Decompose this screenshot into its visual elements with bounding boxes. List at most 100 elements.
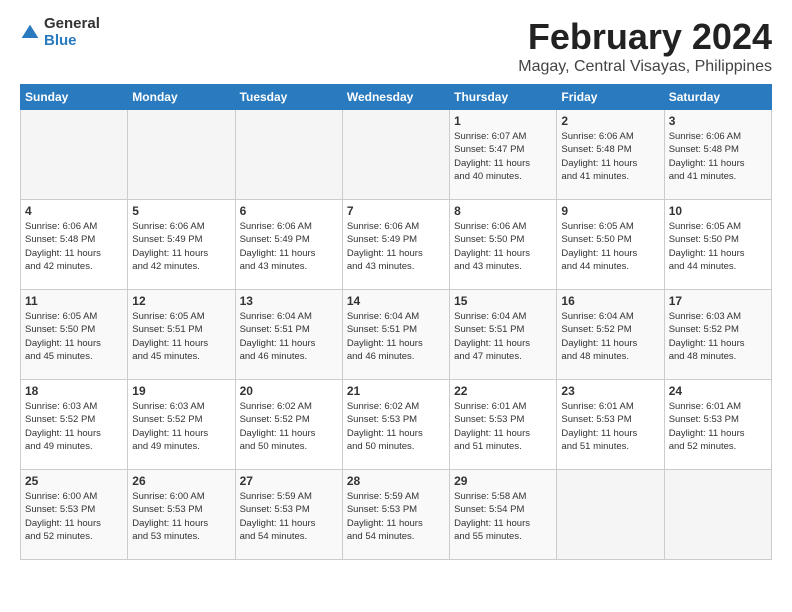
- day-number: 13: [240, 294, 338, 308]
- day-cell: 10 Sunrise: 6:05 AM Sunset: 5:50 PM Dayli…: [664, 200, 771, 290]
- day-number: 4: [25, 204, 123, 218]
- day-info: Sunrise: 6:06 AM Sunset: 5:49 PM Dayligh…: [132, 220, 230, 273]
- header-cell-saturday: Saturday: [664, 85, 771, 110]
- day-number: 26: [132, 474, 230, 488]
- day-cell: 18Sunrise: 6:03 AM Sunset: 5:52 PM Dayli…: [21, 380, 128, 470]
- day-cell: 1 Sunrise: 6:07 AM Sunset: 5:47 PM Daylig…: [450, 110, 557, 200]
- day-cell: 12 Sunrise: 6:05 AM Sunset: 5:51 PM Dayli…: [128, 290, 235, 380]
- day-info: Sunrise: 6:04 AM Sunset: 5:51 PM Dayligh…: [240, 310, 338, 363]
- day-info: Sunrise: 6:02 AM Sunset: 5:52 PM Dayligh…: [240, 400, 338, 453]
- day-info: Sunrise: 5:58 AM Sunset: 5:54 PM Dayligh…: [454, 490, 552, 543]
- week-row-2: 4 Sunrise: 6:06 AM Sunset: 5:48 PM Daylig…: [21, 200, 772, 290]
- day-info: Sunrise: 5:59 AM Sunset: 5:53 PM Dayligh…: [347, 490, 445, 543]
- header-cell-friday: Friday: [557, 85, 664, 110]
- logo: General Blue: [20, 16, 100, 49]
- day-cell: [128, 110, 235, 200]
- day-cell: 15 Sunrise: 6:04 AM Sunset: 5:51 PM Dayli…: [450, 290, 557, 380]
- day-number: 15: [454, 294, 552, 308]
- subtitle: Magay, Central Visayas, Philippines: [518, 58, 772, 76]
- day-info: Sunrise: 6:06 AM Sunset: 5:50 PM Dayligh…: [454, 220, 552, 273]
- day-cell: 20 Sunrise: 6:02 AM Sunset: 5:52 PM Dayli…: [235, 380, 342, 470]
- day-info: Sunrise: 6:06 AM Sunset: 5:48 PM Dayligh…: [561, 130, 659, 183]
- header-row: SundayMondayTuesdayWednesdayThursdayFrid…: [21, 85, 772, 110]
- day-number: 23: [561, 384, 659, 398]
- day-info: Sunrise: 6:06 AM Sunset: 5:49 PM Dayligh…: [240, 220, 338, 273]
- day-number: 14: [347, 294, 445, 308]
- day-cell: 21Sunrise: 6:02 AM Sunset: 5:53 PM Dayli…: [342, 380, 449, 470]
- day-cell: [557, 470, 664, 560]
- day-info: Sunrise: 6:01 AM Sunset: 5:53 PM Dayligh…: [454, 400, 552, 453]
- day-cell: 7 Sunrise: 6:06 AM Sunset: 5:49 PM Daylig…: [342, 200, 449, 290]
- day-number: 25: [25, 474, 123, 488]
- day-info: Sunrise: 6:01 AM Sunset: 5:53 PM Dayligh…: [669, 400, 767, 453]
- day-number: 28: [347, 474, 445, 488]
- calendar-table: SundayMondayTuesdayWednesdayThursdayFrid…: [20, 84, 772, 560]
- header-cell-thursday: Thursday: [450, 85, 557, 110]
- day-number: 6: [240, 204, 338, 218]
- day-cell: 3Sunrise: 6:06 AM Sunset: 5:48 PM Daylig…: [664, 110, 771, 200]
- day-cell: 23 Sunrise: 6:01 AM Sunset: 5:53 PM Dayli…: [557, 380, 664, 470]
- day-info: Sunrise: 6:05 AM Sunset: 5:51 PM Dayligh…: [132, 310, 230, 363]
- day-cell: 25 Sunrise: 6:00 AM Sunset: 5:53 PM Dayli…: [21, 470, 128, 560]
- day-number: 27: [240, 474, 338, 488]
- logo-icon: [20, 23, 40, 43]
- day-cell: 24 Sunrise: 6:01 AM Sunset: 5:53 PM Dayli…: [664, 380, 771, 470]
- day-number: 1: [454, 114, 552, 128]
- day-info: Sunrise: 6:05 AM Sunset: 5:50 PM Dayligh…: [669, 220, 767, 273]
- day-number: 17: [669, 294, 767, 308]
- day-cell: 8 Sunrise: 6:06 AM Sunset: 5:50 PM Daylig…: [450, 200, 557, 290]
- day-number: 8: [454, 204, 552, 218]
- day-info: Sunrise: 6:04 AM Sunset: 5:52 PM Dayligh…: [561, 310, 659, 363]
- day-info: Sunrise: 6:02 AM Sunset: 5:53 PM Dayligh…: [347, 400, 445, 453]
- logo-text: General Blue: [44, 16, 100, 49]
- week-row-1: 1 Sunrise: 6:07 AM Sunset: 5:47 PM Daylig…: [21, 110, 772, 200]
- day-cell: 26 Sunrise: 6:00 AM Sunset: 5:53 PM Dayli…: [128, 470, 235, 560]
- header-cell-wednesday: Wednesday: [342, 85, 449, 110]
- day-number: 19: [132, 384, 230, 398]
- day-info: Sunrise: 6:07 AM Sunset: 5:47 PM Dayligh…: [454, 130, 552, 183]
- day-cell: 17 Sunrise: 6:03 AM Sunset: 5:52 PM Dayli…: [664, 290, 771, 380]
- day-number: 16: [561, 294, 659, 308]
- day-info: Sunrise: 6:05 AM Sunset: 5:50 PM Dayligh…: [561, 220, 659, 273]
- day-info: Sunrise: 5:59 AM Sunset: 5:53 PM Dayligh…: [240, 490, 338, 543]
- day-cell: [235, 110, 342, 200]
- day-info: Sunrise: 6:03 AM Sunset: 5:52 PM Dayligh…: [669, 310, 767, 363]
- day-cell: 22 Sunrise: 6:01 AM Sunset: 5:53 PM Dayli…: [450, 380, 557, 470]
- day-cell: 28 Sunrise: 5:59 AM Sunset: 5:53 PM Dayli…: [342, 470, 449, 560]
- day-cell: 11 Sunrise: 6:05 AM Sunset: 5:50 PM Dayli…: [21, 290, 128, 380]
- day-info: Sunrise: 6:06 AM Sunset: 5:49 PM Dayligh…: [347, 220, 445, 273]
- day-cell: 14Sunrise: 6:04 AM Sunset: 5:51 PM Dayli…: [342, 290, 449, 380]
- logo-general: General: [44, 16, 100, 33]
- day-info: Sunrise: 6:00 AM Sunset: 5:53 PM Dayligh…: [132, 490, 230, 543]
- day-info: Sunrise: 6:06 AM Sunset: 5:48 PM Dayligh…: [25, 220, 123, 273]
- header-cell-tuesday: Tuesday: [235, 85, 342, 110]
- header-cell-monday: Monday: [128, 85, 235, 110]
- day-number: 20: [240, 384, 338, 398]
- day-number: 2: [561, 114, 659, 128]
- day-number: 11: [25, 294, 123, 308]
- header-cell-sunday: Sunday: [21, 85, 128, 110]
- day-cell: 13 Sunrise: 6:04 AM Sunset: 5:51 PM Dayli…: [235, 290, 342, 380]
- day-info: Sunrise: 6:03 AM Sunset: 5:52 PM Dayligh…: [132, 400, 230, 453]
- day-info: Sunrise: 6:05 AM Sunset: 5:50 PM Dayligh…: [25, 310, 123, 363]
- day-number: 22: [454, 384, 552, 398]
- day-info: Sunrise: 6:00 AM Sunset: 5:53 PM Dayligh…: [25, 490, 123, 543]
- main-title: February 2024: [518, 16, 772, 58]
- day-info: Sunrise: 6:04 AM Sunset: 5:51 PM Dayligh…: [454, 310, 552, 363]
- day-info: Sunrise: 6:06 AM Sunset: 5:48 PM Dayligh…: [669, 130, 767, 183]
- day-number: 12: [132, 294, 230, 308]
- day-cell: 6 Sunrise: 6:06 AM Sunset: 5:49 PM Daylig…: [235, 200, 342, 290]
- day-number: 7: [347, 204, 445, 218]
- day-cell: 16 Sunrise: 6:04 AM Sunset: 5:52 PM Dayli…: [557, 290, 664, 380]
- title-area: February 2024 Magay, Central Visayas, Ph…: [518, 16, 772, 76]
- header: General Blue February 2024 Magay, Centra…: [20, 16, 772, 76]
- day-number: 10: [669, 204, 767, 218]
- day-cell: 19 Sunrise: 6:03 AM Sunset: 5:52 PM Dayli…: [128, 380, 235, 470]
- week-row-4: 18Sunrise: 6:03 AM Sunset: 5:52 PM Dayli…: [21, 380, 772, 470]
- logo-blue: Blue: [44, 33, 100, 50]
- day-number: 5: [132, 204, 230, 218]
- day-number: 24: [669, 384, 767, 398]
- day-info: Sunrise: 6:01 AM Sunset: 5:53 PM Dayligh…: [561, 400, 659, 453]
- day-cell: [342, 110, 449, 200]
- day-cell: 29Sunrise: 5:58 AM Sunset: 5:54 PM Dayli…: [450, 470, 557, 560]
